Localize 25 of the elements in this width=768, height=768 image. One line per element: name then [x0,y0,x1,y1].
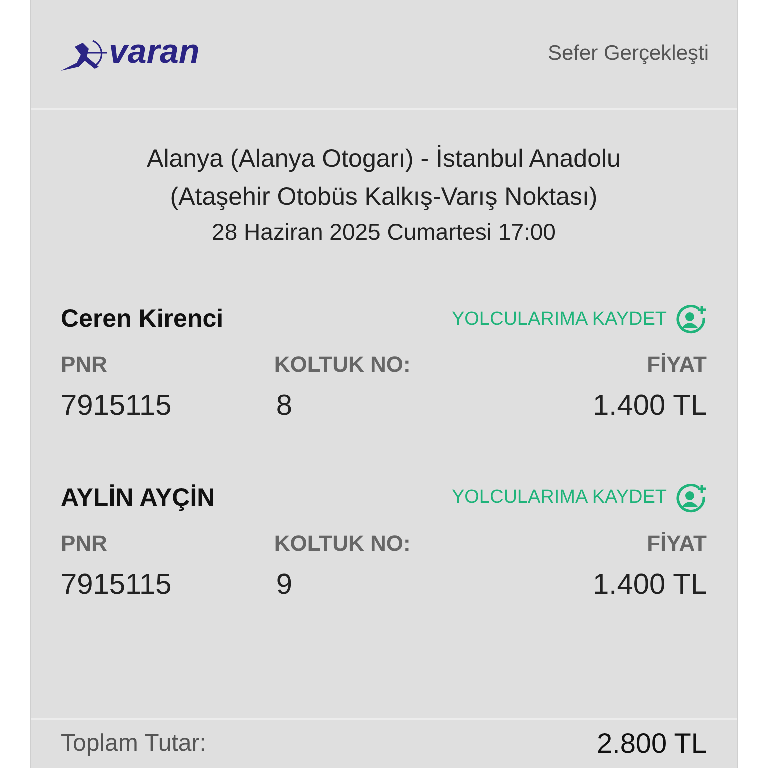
route-text: Alanya (Alanya Otogarı) - İstanbul Anadolu [147,144,621,175]
seat-label: KOLTUK NO: [274,530,412,558]
passenger-name: AYLİN AYÇİN [61,482,216,514]
passenger-name: Ceren Kirenci [61,304,224,336]
route-text: (Ataşehir Otobüs Kalkış-Varış Noktası) [170,182,598,213]
trip-date: 28 Haziran 2025 Cumartesi 17:00 [212,218,556,247]
pnr-value: 7915115 [61,389,173,424]
price-label: FİYAT [646,530,707,558]
save-passenger-link[interactable]: YOLCULARIMA KAYDET [452,482,707,514]
seat-number: 9 [276,568,294,602]
brand-logo: varan [109,35,200,69]
ticket-price: 1.400 TL [592,568,707,602]
total-amount: 2.800 TL [596,727,707,761]
ticket-price: 1.400 TL [592,389,707,424]
add-person-icon [675,482,707,514]
pnr-value: 7915115 [61,568,173,602]
pnr-label: PNR [61,530,108,558]
trip-status: Sefer Gerçekleşti [548,41,709,68]
price-label: FİYAT [646,351,707,379]
total-label: Toplam Tutar: [61,729,206,759]
seat-number: 8 [276,389,294,424]
seat-label: KOLTUK NO: [274,351,412,379]
save-passenger-link[interactable]: YOLCULARIMA KAYDET [452,304,707,336]
pnr-label: PNR [61,351,108,379]
add-person-icon [675,304,707,336]
